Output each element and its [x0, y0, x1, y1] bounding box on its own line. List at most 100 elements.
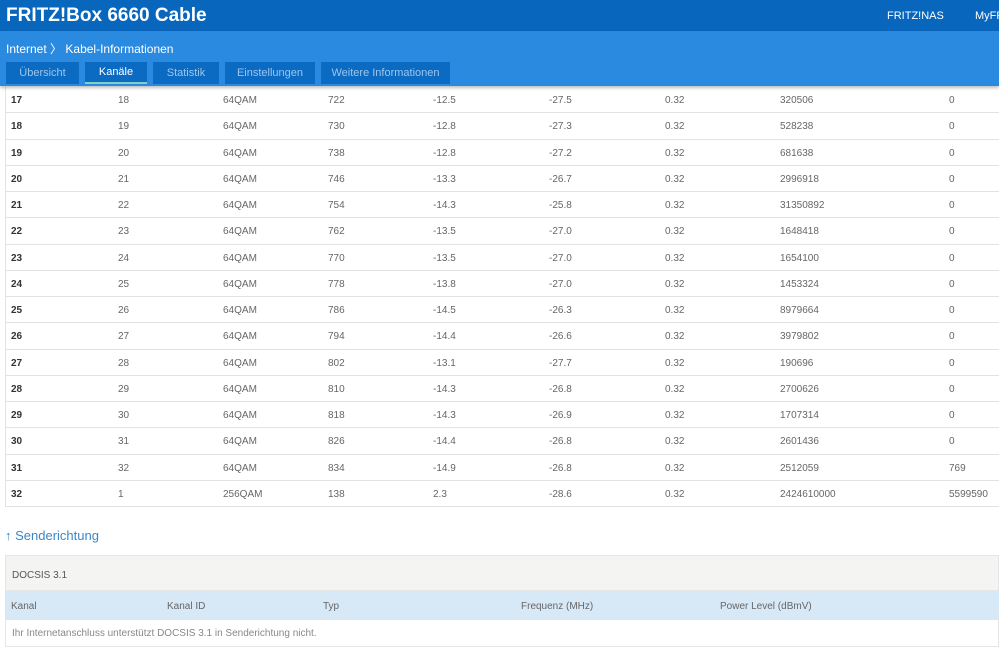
- cell-mse: -26.3: [549, 305, 572, 316]
- cell-korrigierbare-fehler: 190696: [780, 357, 814, 369]
- cell-frequenz: 794: [328, 331, 345, 343]
- cell-nicht-korrigierbare-fehler: 0: [949, 147, 955, 159]
- table-row: 32 1 256QAM 138 2.3 -28.6 0.32 2424610000 559959…: [5, 480, 999, 507]
- cell-power-level: -12.8: [433, 147, 456, 159]
- cell-mse: -26.8: [549, 436, 572, 448]
- cell-nicht-korrigierbare-fehler: 0: [949, 200, 955, 211]
- cell-mse: -26.6: [549, 331, 572, 343]
- cell-latenz: 0.32: [665, 383, 685, 395]
- cell-kanal: 24: [11, 278, 23, 290]
- cell-power-level: -13.5: [433, 252, 456, 264]
- cell-frequenz: 786: [328, 305, 345, 316]
- fritznas-link[interactable]: FRITZ!NAS: [887, 10, 944, 22]
- cell-korrigierbare-fehler: 31350892: [780, 200, 825, 211]
- cell-modulation: 64QAM: [223, 436, 257, 448]
- cell-nicht-korrigierbare-fehler: 0: [949, 226, 955, 238]
- cell-latenz: 0.32: [665, 200, 685, 211]
- cell-latenz: 0.32: [665, 121, 685, 133]
- table-row: 29 30 64QAM 818 -14.3 -26.9 0.32 1707314 0: [5, 402, 999, 429]
- table-row: 25 26 64QAM 786 -14.5 -26.3 0.32 8979664 0: [5, 297, 999, 324]
- table-row: 26 27 64QAM 794 -14.4 -26.6 0.32 3979802 0: [5, 323, 999, 350]
- cell-kanal-id: 31: [118, 436, 130, 448]
- cell-kanal-id: 20: [118, 147, 130, 159]
- cell-kanal: 28: [11, 383, 23, 395]
- cell-kanal-id: 19: [118, 121, 130, 133]
- cell-kanal: 17: [11, 95, 23, 106]
- cell-nicht-korrigierbare-fehler: 5599590: [949, 488, 988, 500]
- tab-kanaele[interactable]: Kanäle: [85, 62, 147, 84]
- cell-latenz: 0.32: [665, 357, 685, 369]
- cell-latenz: 0.32: [665, 226, 685, 238]
- cell-power-level: -13.8: [433, 278, 456, 290]
- cell-korrigierbare-fehler: 3979802: [780, 331, 819, 343]
- cell-latenz: 0.32: [665, 147, 685, 159]
- breadcrumb: Internet 〉 Kabel-Informationen: [6, 40, 173, 57]
- table-row: 20 21 64QAM 746 -13.3 -26.7 0.32 2996918 0: [5, 165, 999, 192]
- cell-modulation: 64QAM: [223, 147, 257, 159]
- cell-power-level: -13.5: [433, 226, 456, 238]
- upstream-table-header: Kanal Kanal ID Typ Frequenz (MHz) Power …: [5, 591, 999, 620]
- table-row: 18 19 64QAM 730 -12.8 -27.3 0.32 528238 0: [5, 113, 999, 140]
- cell-modulation: 64QAM: [223, 410, 257, 421]
- tab-uebersicht[interactable]: Übersicht: [6, 62, 79, 84]
- cell-power-level: -13.3: [433, 173, 456, 185]
- cell-nicht-korrigierbare-fehler: 0: [949, 331, 955, 343]
- cell-modulation: 64QAM: [223, 252, 257, 264]
- cell-mse: -26.8: [549, 462, 572, 474]
- top-bar: FRITZ!Box 6660 Cable FRITZ!NAS MyFRITZ!: [0, 0, 999, 31]
- breadcrumb-internet[interactable]: Internet: [6, 42, 47, 56]
- cell-frequenz: 754: [328, 200, 345, 211]
- tab-weitere-informationen[interactable]: Weitere Informationen: [321, 62, 450, 84]
- breadcrumb-current: Kabel-Informationen: [65, 42, 174, 56]
- cell-kanal-id: 26: [118, 305, 130, 316]
- cell-mse: -27.0: [549, 252, 572, 264]
- cell-frequenz: 738: [328, 147, 345, 159]
- cell-latenz: 0.32: [665, 252, 685, 264]
- table-row: 30 31 64QAM 826 -14.4 -26.8 0.32 2601436 0: [5, 428, 999, 455]
- cell-latenz: 0.32: [665, 173, 685, 185]
- cell-frequenz: 138: [328, 488, 345, 500]
- cell-modulation: 64QAM: [223, 95, 257, 106]
- upstream-message: Ihr Internetanschluss unterstützt DOCSIS…: [5, 620, 999, 647]
- cell-kanal-id: 30: [118, 410, 130, 421]
- cell-power-level: -14.3: [433, 200, 456, 211]
- cell-latenz: 0.32: [665, 410, 685, 421]
- table-row: 19 20 64QAM 738 -12.8 -27.2 0.32 681638 0: [5, 139, 999, 166]
- cell-korrigierbare-fehler: 2512059: [780, 462, 819, 474]
- cell-power-level: -14.3: [433, 383, 456, 395]
- cell-modulation: 64QAM: [223, 462, 257, 474]
- cell-latenz: 0.32: [665, 278, 685, 290]
- cell-korrigierbare-fehler: 8979664: [780, 305, 819, 316]
- cell-modulation: 64QAM: [223, 357, 257, 369]
- cell-korrigierbare-fehler: 1453324: [780, 278, 819, 290]
- cell-korrigierbare-fehler: 681638: [780, 147, 814, 159]
- cell-modulation: 64QAM: [223, 383, 257, 395]
- cell-frequenz: 722: [328, 95, 345, 106]
- cell-nicht-korrigierbare-fehler: 0: [949, 121, 955, 133]
- cell-power-level: -13.1: [433, 357, 456, 369]
- tab-einstellungen[interactable]: Einstellungen: [225, 62, 315, 84]
- cell-nicht-korrigierbare-fehler: 0: [949, 410, 955, 421]
- cell-power-level: -14.5: [433, 305, 456, 316]
- table-row: 31 32 64QAM 834 -14.9 -26.8 0.32 2512059 769: [5, 454, 999, 481]
- cell-kanal-id: 32: [118, 462, 130, 474]
- tab-statistik[interactable]: Statistik: [153, 62, 219, 84]
- cell-kanal: 18: [11, 121, 23, 133]
- cell-mse: -27.0: [549, 226, 572, 238]
- cell-mse: -27.2: [549, 147, 572, 159]
- col-frequenz: Frequenz (MHz): [521, 601, 594, 612]
- myfritz-link[interactable]: MyFRITZ!: [975, 10, 999, 22]
- cell-power-level: -14.3: [433, 410, 456, 421]
- cell-kanal-id: 1: [118, 488, 124, 500]
- downstream-table: 17 18 64QAM 722 -12.5 -27.5 0.32 320506 0 18 19 64Q…: [5, 87, 999, 507]
- cell-mse: -27.5: [549, 95, 572, 106]
- cell-korrigierbare-fehler: 2601436: [780, 436, 819, 448]
- cell-modulation: 64QAM: [223, 226, 257, 238]
- cell-kanal: 23: [11, 252, 23, 264]
- cell-korrigierbare-fehler: 1654100: [780, 252, 819, 264]
- cell-kanal: 20: [11, 173, 23, 185]
- cell-korrigierbare-fehler: 2996918: [780, 173, 819, 185]
- cell-kanal: 31: [11, 462, 23, 474]
- cell-kanal-id: 22: [118, 200, 130, 211]
- cell-frequenz: 778: [328, 278, 345, 290]
